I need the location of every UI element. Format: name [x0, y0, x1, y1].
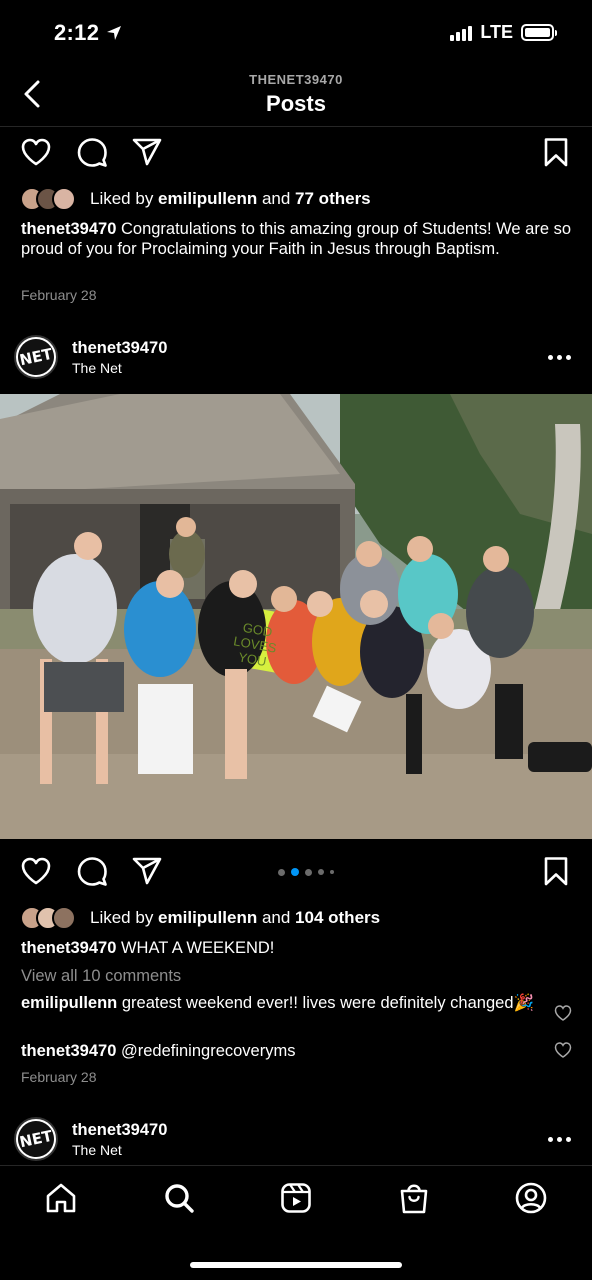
likes-text: Liked by emilipullenn and 104 others: [90, 908, 381, 927]
view-comments-link[interactable]: View all 10 comments: [21, 966, 571, 986]
post1-actions: [0, 134, 592, 174]
caption-username[interactable]: thenet39470: [21, 939, 116, 957]
post2-likes[interactable]: Liked by emilipullenn and 104 others: [20, 904, 380, 932]
status-time: 2:12: [54, 20, 100, 45]
account-avatar[interactable]: NET: [14, 1117, 58, 1161]
party-emoji: 🎉: [513, 994, 535, 1012]
comment-username[interactable]: emilipullenn: [21, 994, 117, 1012]
network-type: LTE: [480, 22, 513, 42]
post1-caption: thenet39470 Congratulations to this amaz…: [21, 220, 572, 258]
post1-likes[interactable]: Liked by emilipullenn and 77 others: [20, 185, 371, 213]
caption-username[interactable]: thenet39470: [21, 220, 116, 238]
post2-caption: thenet39470 WHAT A WEEKEND!: [21, 939, 275, 957]
comment-username[interactable]: thenet39470: [21, 1042, 116, 1060]
save-icon[interactable]: [538, 134, 574, 170]
post1-date: February 28: [21, 287, 97, 303]
location-arrow-icon: [107, 26, 121, 40]
account-avatar[interactable]: NET: [14, 335, 58, 379]
carousel-indicator: [278, 868, 334, 876]
liker-avatars: [20, 186, 84, 212]
comment-2: thenet39470 @redefiningrecoveryms: [21, 1042, 296, 1060]
share-icon[interactable]: [129, 853, 165, 889]
liker-avatars: [20, 905, 84, 931]
save-icon[interactable]: [538, 853, 574, 889]
post-photo[interactable]: GOD LOVES YOU: [0, 394, 592, 839]
signal-icon: [450, 25, 473, 41]
like-icon[interactable]: [18, 134, 54, 170]
shop-icon[interactable]: [396, 1180, 432, 1216]
comment-1: emilipullenn greatest weekend ever!! liv…: [21, 994, 535, 1012]
comment-like-icon[interactable]: [554, 1041, 572, 1059]
comment-like-icon[interactable]: [554, 1004, 572, 1022]
more-options-icon[interactable]: [548, 1131, 572, 1147]
battery-icon: [521, 24, 557, 41]
status-indicators: LTE: [450, 22, 557, 43]
photo-illustration: [0, 394, 592, 839]
profile-icon[interactable]: [513, 1180, 549, 1216]
post-subtitle: The Net: [72, 360, 122, 376]
post-username[interactable]: thenet39470: [72, 1121, 167, 1140]
comment-icon[interactable]: [74, 134, 110, 170]
header-username: THENET39470: [249, 72, 343, 87]
home-icon[interactable]: [43, 1180, 79, 1216]
search-icon[interactable]: [161, 1180, 197, 1216]
reels-icon[interactable]: [278, 1180, 314, 1216]
post2-header: NET thenet39470 The Net: [14, 335, 578, 381]
comment-icon[interactable]: [74, 853, 110, 889]
likes-text: Liked by emilipullenn and 77 others: [90, 189, 371, 208]
post-username[interactable]: thenet39470: [72, 339, 167, 358]
bottom-nav: [0, 1165, 592, 1235]
like-icon[interactable]: [18, 853, 54, 889]
page-title: Posts: [266, 91, 326, 116]
home-indicator[interactable]: [190, 1262, 402, 1268]
share-icon[interactable]: [129, 134, 165, 170]
post-subtitle: The Net: [72, 1142, 122, 1158]
post2-date: February 28: [21, 1069, 97, 1085]
post3-header: NET thenet39470 The Net: [14, 1117, 578, 1163]
header-divider: [0, 126, 592, 127]
more-options-icon[interactable]: [548, 349, 572, 365]
